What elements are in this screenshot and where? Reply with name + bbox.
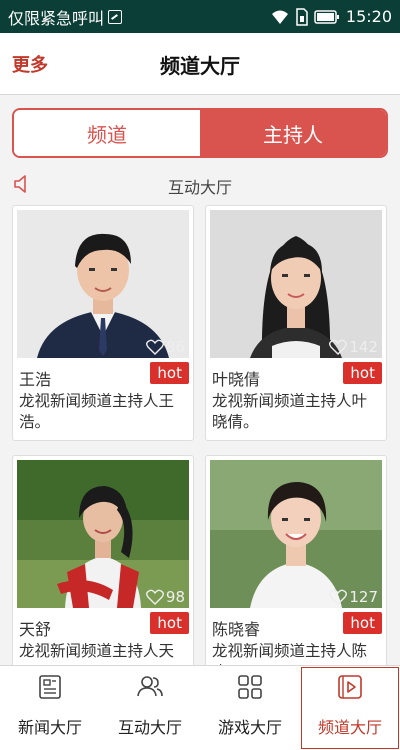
likes-count: 142 [329, 338, 378, 356]
wifi-icon [271, 10, 288, 24]
clock: 15:20 [345, 7, 392, 26]
likes-count: 127 [329, 588, 378, 606]
host-description: 龙视新闻频道主持人陈晓 [212, 642, 368, 665]
nav-label: 新闻大厅 [17, 718, 82, 737]
host-description: 龙视新闻频道主持人王浩。 [19, 392, 175, 431]
sim-icon [296, 7, 308, 26]
status-bar: 仅限紧急呼叫 15:20 [0, 0, 400, 33]
battery-icon [314, 9, 339, 24]
host-card[interactable]: 86 王浩 hot 龙视新闻频道主持人王浩。 [12, 205, 194, 441]
screenshot-icon [108, 9, 123, 24]
likes-value: 142 [349, 338, 378, 356]
host-photo: 127 [210, 460, 382, 608]
grid-icon [238, 675, 262, 699]
tab-hosts[interactable]: 主持人 [200, 110, 386, 156]
app-header: 更多 频道大厅 [0, 33, 400, 95]
page-title: 频道大厅 [160, 54, 240, 78]
host-photo: 86 [17, 210, 189, 358]
host-name: 王浩 [19, 370, 52, 389]
likes-value: 127 [349, 588, 378, 606]
section-header: 互动大厅 [0, 169, 400, 199]
nav-item-games[interactable]: 游戏大厅 [200, 666, 300, 750]
nav-label: 游戏大厅 [217, 718, 282, 737]
section-label: 互动大厅 [167, 178, 232, 197]
likes-value: 86 [165, 338, 185, 356]
host-card[interactable]: 142 叶晓倩 hot 龙视新闻频道主持人叶晓倩。 [205, 205, 387, 441]
host-name: 陈晓睿 [212, 620, 261, 639]
host-description: 龙视新闻频道主持人叶晓倩。 [212, 392, 368, 431]
heart-icon[interactable] [145, 339, 164, 355]
heart-icon[interactable] [329, 339, 348, 355]
main-content: 频道 主持人 互动大厅 86 王浩 hot 龙视新闻频道主持人王浩。 142 叶… [0, 95, 400, 665]
likes-count: 98 [145, 588, 185, 606]
segmented-control: 频道 主持人 [12, 108, 388, 158]
bottom-nav: 新闻大厅 互动大厅 游戏大厅 频道大厅 [0, 665, 400, 750]
likes-value: 98 [165, 588, 185, 606]
nav-item-news[interactable]: 新闻大厅 [0, 666, 100, 750]
hot-badge: hot [343, 612, 382, 634]
video-icon [338, 675, 362, 699]
heart-icon[interactable] [329, 589, 348, 605]
host-photo: 142 [210, 210, 382, 358]
host-photo: 98 [17, 460, 189, 608]
tab-channels[interactable]: 频道 [14, 110, 200, 156]
news-icon [39, 675, 61, 699]
nav-item-channels[interactable]: 频道大厅 [300, 666, 400, 750]
host-name: 叶晓倩 [212, 370, 261, 389]
nav-label: 频道大厅 [317, 718, 382, 737]
hot-badge: hot [150, 612, 189, 634]
host-name: 天舒 [19, 620, 52, 639]
host-card[interactable]: 98 天舒 hot 龙视新闻频道主持人天 [12, 455, 194, 665]
people-icon [137, 676, 163, 697]
heart-icon[interactable] [145, 589, 164, 605]
host-description: 龙视新闻频道主持人天 [19, 642, 175, 660]
nav-label: 互动大厅 [117, 718, 182, 737]
nav-item-interactive[interactable]: 互动大厅 [100, 666, 200, 750]
carrier-text: 仅限紧急呼叫 [8, 8, 105, 28]
hot-badge: hot [343, 362, 382, 384]
hot-badge: hot [150, 362, 189, 384]
likes-count: 86 [145, 338, 185, 356]
host-card[interactable]: 127 陈晓睿 hot 龙视新闻频道主持人陈晓 [205, 455, 387, 665]
